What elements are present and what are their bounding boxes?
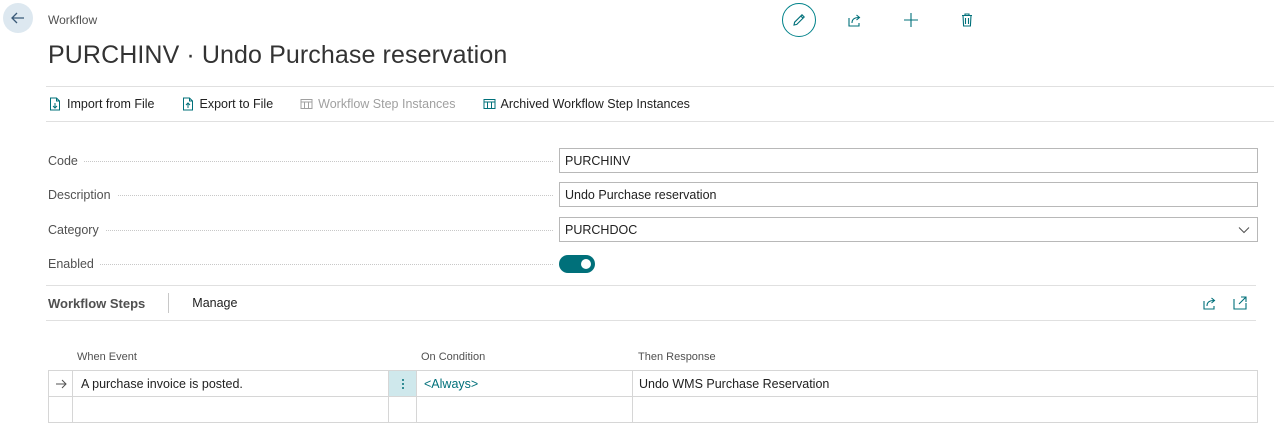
code-field-row: Code PURCHINV xyxy=(48,148,1258,173)
export-to-file-button[interactable]: Export to File xyxy=(179,97,274,111)
table-row[interactable]: A purchase invoice is posted. <Always> U… xyxy=(49,371,1257,397)
workflow-steps-bar: Workflow Steps Manage xyxy=(46,285,1256,321)
table-row[interactable] xyxy=(49,397,1257,423)
col-then-response: Then Response xyxy=(638,351,716,363)
expand-icon[interactable] xyxy=(1232,295,1248,311)
row-indicator xyxy=(49,371,73,396)
row-indicator xyxy=(49,397,73,422)
col-when-event: When Event xyxy=(77,351,137,363)
page-actions xyxy=(782,3,984,37)
trash-icon xyxy=(962,13,972,27)
row-menu-cell xyxy=(388,397,417,422)
event-cell[interactable] xyxy=(73,397,388,422)
event-cell[interactable]: A purchase invoice is posted. xyxy=(73,371,388,396)
import-from-file-button[interactable]: Import from File xyxy=(46,97,155,111)
page-title: PURCHINV · Undo Purchase reservation xyxy=(48,41,508,69)
table-icon xyxy=(300,99,313,109)
edit-button[interactable] xyxy=(782,3,816,37)
category-value: PURCHDOC xyxy=(565,222,638,237)
category-field-row: Category PURCHDOC xyxy=(48,217,1258,242)
code-label: Code xyxy=(48,153,84,168)
col-on-condition: On Condition xyxy=(421,351,486,363)
toggle-knob xyxy=(581,258,591,269)
pencil-icon xyxy=(793,14,805,26)
archived-workflow-step-instances-label: Archived Workflow Step Instances xyxy=(500,97,690,111)
description-value: Undo Purchase reservation xyxy=(565,187,717,202)
share-icon[interactable] xyxy=(1202,295,1218,311)
description-input[interactable]: Undo Purchase reservation xyxy=(559,182,1258,207)
export-to-file-label: Export to File xyxy=(199,97,274,111)
divider xyxy=(168,293,170,313)
more-vertical-icon xyxy=(401,378,404,389)
code-value: PURCHINV xyxy=(565,153,631,168)
workflow-step-instances-button[interactable]: Workflow Step Instances xyxy=(297,97,456,111)
share-button[interactable] xyxy=(838,3,872,37)
workflow-step-instances-label: Workflow Step Instances xyxy=(318,97,456,111)
table-icon xyxy=(483,99,495,109)
condition-cell[interactable]: <Always> xyxy=(417,371,633,396)
workflow-steps-grid: When Event On Condition Then Response A … xyxy=(48,348,1258,423)
workflow-steps-title[interactable]: Workflow Steps xyxy=(46,296,145,311)
arrow-left-icon xyxy=(11,12,24,24)
export-file-icon xyxy=(182,97,193,111)
breadcrumb: Workflow xyxy=(48,13,98,27)
arrow-right-icon xyxy=(55,379,67,388)
grid-header: When Event On Condition Then Response xyxy=(48,348,1258,370)
delete-button[interactable] xyxy=(950,3,984,37)
archived-workflow-step-instances-button[interactable]: Archived Workflow Step Instances xyxy=(480,97,690,111)
category-label: Category xyxy=(48,222,105,237)
response-cell[interactable] xyxy=(633,397,1258,422)
enabled-label: Enabled xyxy=(48,256,100,271)
code-input[interactable]: PURCHINV xyxy=(559,148,1258,173)
manage-button[interactable]: Manage xyxy=(192,296,237,310)
import-file-icon xyxy=(50,97,60,111)
enabled-toggle[interactable] xyxy=(559,254,595,273)
row-menu-button[interactable] xyxy=(388,371,417,396)
description-label: Description xyxy=(48,187,117,202)
action-bar: Import from File Export to File Workflow… xyxy=(46,86,1274,122)
share-icon xyxy=(848,14,861,27)
response-cell[interactable]: Undo WMS Purchase Reservation xyxy=(633,371,1258,396)
plus-icon xyxy=(904,13,918,27)
description-field-row: Description Undo Purchase reservation xyxy=(48,182,1258,207)
category-select[interactable]: PURCHDOC xyxy=(559,217,1258,242)
chevron-down-icon xyxy=(1238,227,1250,234)
condition-cell[interactable] xyxy=(417,397,633,422)
import-from-file-label: Import from File xyxy=(67,97,155,111)
enabled-field-row: Enabled xyxy=(48,251,1258,276)
back-button[interactable] xyxy=(3,3,33,33)
new-button[interactable] xyxy=(894,3,928,37)
